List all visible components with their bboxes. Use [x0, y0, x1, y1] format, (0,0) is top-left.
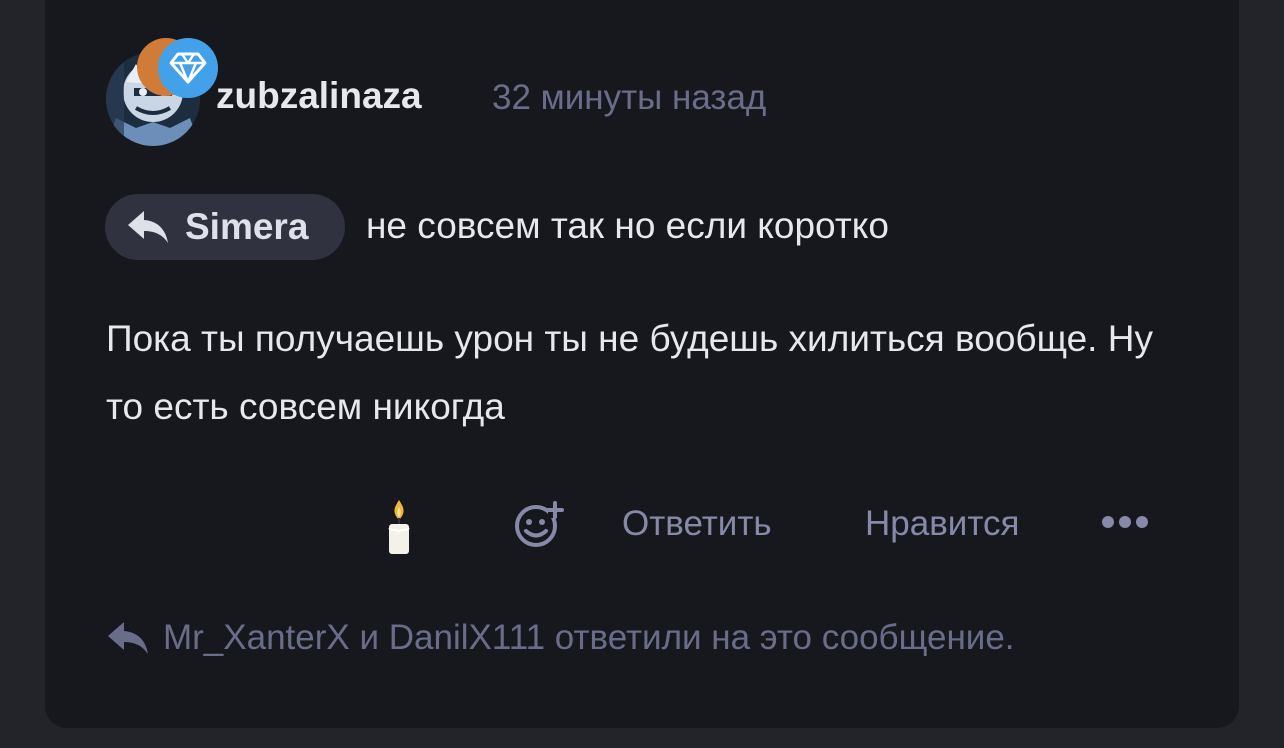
like-button[interactable]: Нравится [865, 502, 1019, 546]
add-reaction-icon[interactable] [512, 500, 564, 548]
reply-arrow-icon [108, 622, 148, 654]
replies-summary-link[interactable]: Mr_XanterX и DanilX111 ответили на это с… [163, 616, 1015, 660]
reply-to-chip[interactable]: Simera [105, 194, 345, 260]
reply-to-name: Simera [185, 206, 309, 247]
reply-text: не совсем так но если коротко [366, 205, 889, 246]
comment-body: Пока ты получаешь урон ты не будешь хили… [106, 318, 1153, 427]
more-dots-icon[interactable] [1100, 512, 1150, 532]
candle-icon[interactable] [384, 498, 414, 556]
comment-time: 32 минуты назад [492, 78, 767, 117]
comment-author[interactable]: zubzalinaza [216, 74, 422, 118]
diamond-badge-icon [158, 38, 218, 98]
reply-arrow-icon [128, 211, 168, 243]
reply-button[interactable]: Ответить [622, 502, 772, 546]
